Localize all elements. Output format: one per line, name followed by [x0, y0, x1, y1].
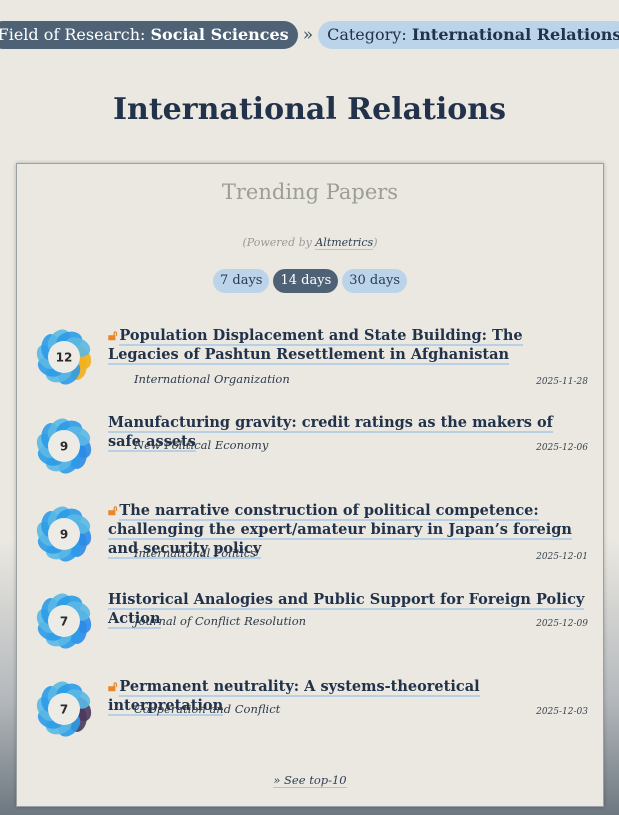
donut-score: 9 — [60, 440, 68, 454]
trending-papers-panel: Trending Papers (Powered by Altmetrics) … — [16, 163, 604, 807]
breadcrumb-category-link[interactable]: Category: International Relations — [318, 21, 619, 49]
donut-svg: 9 — [36, 506, 92, 562]
breadcrumb-field-value: Social Sciences — [150, 25, 289, 44]
paper-date: 2025-12-01 — [536, 552, 588, 562]
open-lock-icon: 🔓︎ — [108, 502, 118, 519]
donut-svg: 9 — [36, 418, 92, 474]
paper-date: 2025-12-06 — [536, 443, 588, 453]
open-lock-icon: 🔓︎ — [108, 327, 118, 344]
powered-suffix: ) — [373, 236, 378, 249]
powered-by: (Powered by Altmetrics) — [17, 236, 603, 250]
tab-14-days[interactable]: 14 days — [273, 269, 339, 293]
paper-title-link[interactable]: 🔓︎ Population Displacement and State Buil… — [108, 326, 588, 365]
breadcrumb-field-prefix: Field of Research: — [0, 25, 151, 44]
breadcrumb-separator: » — [302, 25, 314, 45]
tab-7-days[interactable]: 7 days — [212, 269, 270, 293]
see-top-10-link[interactable]: » See top-10 — [17, 773, 603, 788]
donut-svg: 7 — [36, 681, 92, 737]
donut-svg: 7 — [36, 593, 92, 649]
panel-title: Trending Papers — [221, 180, 399, 204]
donut-score: 12 — [56, 351, 73, 365]
donut-svg: 12 — [36, 329, 92, 385]
period-tabs: 7 days 14 days 30 days — [17, 269, 603, 293]
page-title: International Relations — [112, 92, 507, 127]
paper-journal: Cooperation and Conflict — [134, 702, 281, 716]
paper-title: Population Displacement and State Buildi… — [108, 327, 523, 365]
paper-journal: International Politics — [134, 546, 257, 560]
tab-30-days[interactable]: 30 days — [342, 269, 408, 293]
breadcrumb-category-prefix: Category: — [327, 25, 412, 44]
donut-score: 7 — [60, 615, 68, 629]
paper-date: 2025-11-28 — [536, 377, 588, 387]
breadcrumb: Field of Research: Social Sciences » Cat… — [0, 21, 619, 49]
altmetric-donut-icon[interactable]: 9 — [32, 502, 96, 566]
paper-journal: Journal of Conflict Resolution — [134, 614, 307, 628]
paper-date: 2025-12-03 — [536, 707, 588, 717]
paper-date: 2025-12-09 — [536, 619, 588, 629]
breadcrumb-category-value: International Relations — [411, 25, 619, 44]
paper-journal: New Political Economy — [134, 438, 269, 452]
donut-score: 9 — [60, 528, 68, 542]
altmetrics-link[interactable]: Altmetrics — [315, 236, 374, 250]
altmetric-donut-icon[interactable]: 7 — [32, 677, 96, 741]
open-lock-icon: 🔓︎ — [108, 678, 118, 695]
breadcrumb-field-link[interactable]: Field of Research: Social Sciences — [0, 21, 298, 49]
donut-score: 7 — [60, 703, 68, 717]
altmetric-donut-icon[interactable]: 12 — [32, 325, 96, 389]
altmetric-donut-icon[interactable]: 9 — [32, 414, 96, 478]
see-top-10-label: » See top-10 — [273, 773, 347, 788]
powered-prefix: (Powered by — [242, 236, 316, 249]
paper-journal: International Organization — [134, 372, 290, 386]
altmetric-donut-icon[interactable]: 7 — [32, 589, 96, 653]
